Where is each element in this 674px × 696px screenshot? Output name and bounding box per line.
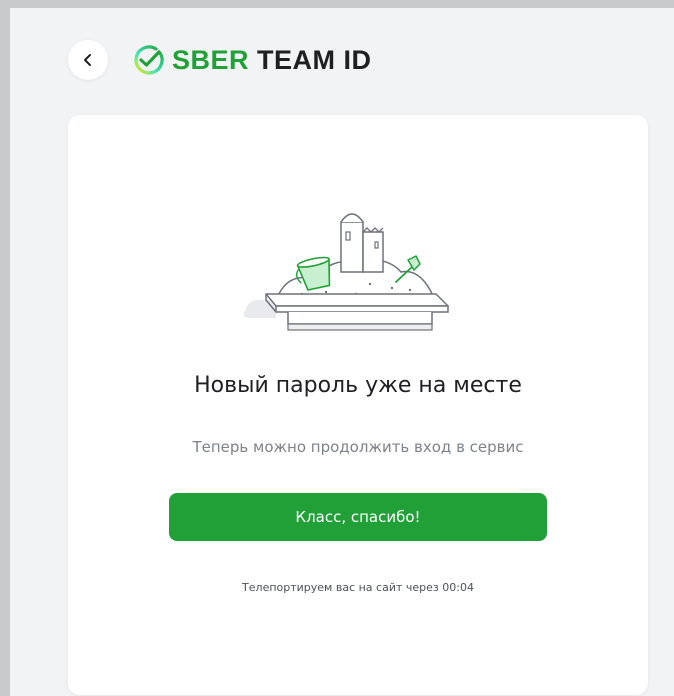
logo-text: SBER TEAM ID xyxy=(172,45,372,76)
subtitle: Теперь можно продолжить вход в сервис xyxy=(192,438,524,456)
logo-text-team-id: TEAM ID xyxy=(257,44,372,75)
header: SBER TEAM ID xyxy=(68,38,372,82)
logo-text-sber: SBER xyxy=(172,44,250,75)
logo: SBER TEAM ID xyxy=(132,44,372,76)
success-card: Новый пароль уже на месте Теперь можно п… xyxy=(68,115,648,695)
back-button[interactable] xyxy=(68,40,108,80)
chevron-left-icon xyxy=(84,54,91,66)
thanks-button[interactable]: Класс, спасибо! xyxy=(169,493,547,541)
redirect-countdown: Телепортируем вас на сайт через 00:04 xyxy=(242,581,474,594)
page-title: Новый пароль уже на месте xyxy=(194,373,522,398)
sandbox-illustration xyxy=(243,213,449,331)
page-background: SBER TEAM ID Новый пароль уже на месте Т… xyxy=(0,0,674,696)
sber-logo-icon xyxy=(134,45,164,75)
